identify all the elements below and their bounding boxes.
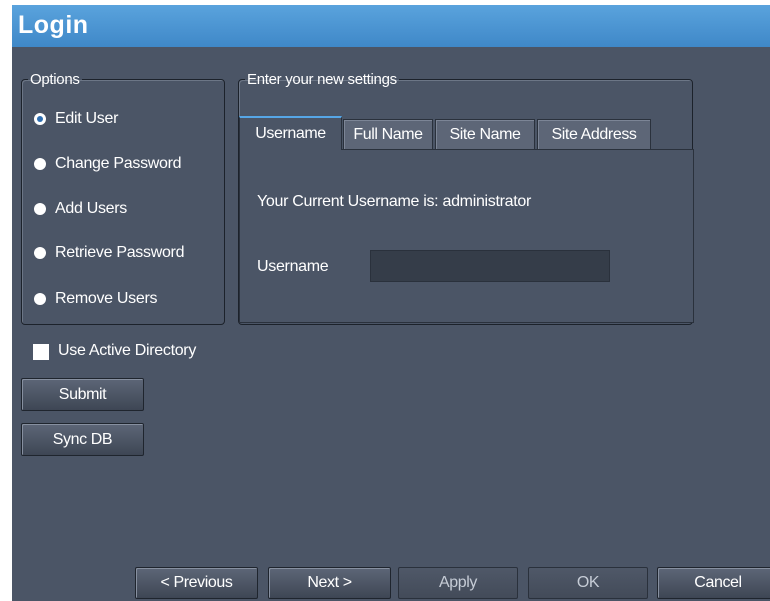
tab-site-address[interactable]: Site Address [537, 119, 651, 149]
radio-button-icon[interactable] [34, 113, 46, 125]
ok-button[interactable]: OK [528, 567, 648, 599]
tab-full-name[interactable]: Full Name [343, 119, 433, 149]
radio-label: Edit User [55, 110, 119, 127]
login-window: Login Options Edit User Change Password … [12, 5, 770, 601]
radio-label: Add Users [55, 200, 127, 217]
submit-button[interactable]: Submit [21, 378, 144, 411]
previous-button[interactable]: < Previous [135, 567, 258, 599]
tab-site-name[interactable]: Site Name [435, 119, 535, 149]
tab-username[interactable]: Username [239, 116, 342, 150]
use-active-directory-label: Use Active Directory [58, 342, 197, 359]
username-input[interactable] [370, 250, 610, 282]
radio-button-icon[interactable] [34, 247, 46, 259]
username-label: Username [257, 258, 329, 275]
radio-label: Change Password [55, 155, 182, 172]
settings-legend: Enter your new settings [247, 71, 397, 88]
sync-db-button[interactable]: Sync DB [21, 423, 144, 456]
radio-label: Retrieve Password [55, 244, 185, 261]
use-active-directory-checkbox[interactable] [33, 344, 49, 360]
current-username-text: Your Current Username is: administrator [257, 193, 532, 210]
radio-edit-user[interactable]: Edit User [34, 108, 118, 130]
title-bar: Login [12, 5, 770, 47]
radio-label: Remove Users [55, 290, 158, 307]
options-legend: Options [30, 71, 80, 88]
radio-add-users[interactable]: Add Users [34, 198, 127, 220]
radio-remove-users[interactable]: Remove Users [34, 288, 158, 310]
cancel-button[interactable]: Cancel [657, 567, 770, 599]
window-title: Login [18, 11, 89, 39]
radio-retrieve-password[interactable]: Retrieve Password [34, 242, 184, 264]
next-button[interactable]: Next > [268, 567, 391, 599]
radio-button-icon[interactable] [34, 158, 46, 170]
apply-button[interactable]: Apply [398, 567, 518, 599]
tab-panel [239, 149, 694, 323]
radio-change-password[interactable]: Change Password [34, 153, 182, 175]
radio-button-icon[interactable] [34, 203, 46, 215]
radio-button-icon[interactable] [34, 293, 46, 305]
